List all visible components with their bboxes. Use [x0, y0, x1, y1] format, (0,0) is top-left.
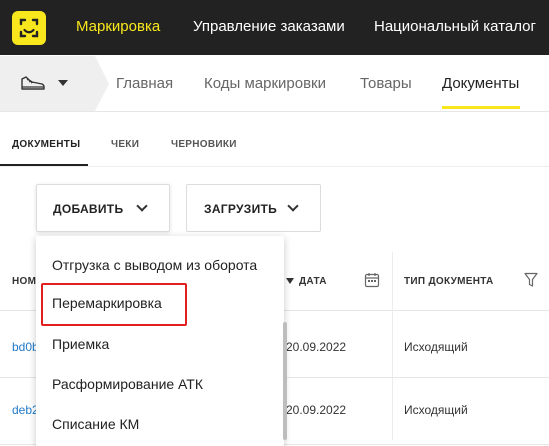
chevron-down-icon	[287, 200, 299, 212]
document-number-link[interactable]: bd0b	[12, 340, 39, 354]
menu-item-acceptance[interactable]: Приемка	[52, 336, 109, 352]
column-header-date[interactable]: ДАТА	[299, 276, 327, 287]
active-subnav-indicator	[442, 106, 520, 109]
product-group-switcher[interactable]	[0, 56, 109, 111]
add-document-dropdown-menu: Отгрузка с выводом из оборота Перемаркир…	[36, 236, 284, 446]
menu-item-disband-atk[interactable]: Расформирование АТК	[52, 376, 203, 392]
topnav-order-management[interactable]: Управление заказами	[193, 18, 345, 35]
document-date: 20.09.2022	[286, 340, 347, 354]
subnav-home[interactable]: Главная	[116, 75, 173, 92]
chevron-down-icon	[136, 200, 148, 212]
column-header-number[interactable]: НОМ	[12, 276, 36, 287]
sneaker-icon	[21, 76, 45, 90]
dropdown-scrollbar[interactable]	[283, 322, 287, 440]
upload-button[interactable]: ЗАГРУЗИТЬ	[186, 184, 321, 232]
tab-documents[interactable]: ДОКУМЕНТЫ	[12, 139, 80, 150]
subnav-documents[interactable]: Документы	[442, 75, 519, 92]
document-date: 20.09.2022	[286, 403, 347, 417]
filter-icon[interactable]	[524, 272, 538, 288]
highlight-box	[41, 283, 187, 326]
section-navigation-bar: Главная Коды маркировки Товары Документы	[0, 56, 549, 112]
add-button[interactable]: ДОБАВИТЬ	[36, 184, 170, 232]
tabs-divider	[0, 166, 549, 167]
top-navigation-bar: Маркировка Управление заказами Националь…	[0, 0, 549, 55]
tab-receipts[interactable]: ЧЕКИ	[111, 139, 139, 150]
menu-item-write-off-km[interactable]: Списание КМ	[52, 416, 139, 432]
document-type: Исходящий	[404, 340, 468, 354]
subnav-marking-codes[interactable]: Коды маркировки	[204, 75, 326, 92]
calendar-icon[interactable]	[364, 272, 380, 288]
topnav-national-catalog[interactable]: Национальный каталог	[374, 18, 536, 35]
topnav-marking[interactable]: Маркировка	[76, 18, 160, 35]
subnav-products[interactable]: Товары	[360, 75, 412, 92]
upload-button-label: ЗАГРУЗИТЬ	[204, 202, 278, 216]
sort-desc-icon[interactable]	[286, 278, 294, 284]
tab-drafts[interactable]: ЧЕРНОВИКИ	[171, 139, 237, 150]
column-header-doc-type[interactable]: ТИП ДОКУМЕНТА	[404, 276, 494, 287]
chevron-down-icon	[58, 80, 68, 86]
add-button-label: ДОБАВИТЬ	[53, 202, 124, 216]
menu-item-shipment-withdrawal[interactable]: Отгрузка с выводом из оборота	[52, 257, 257, 273]
app-logo-icon[interactable]	[12, 11, 46, 45]
document-type: Исходящий	[404, 403, 468, 417]
document-number-link[interactable]: deb2	[12, 403, 39, 417]
